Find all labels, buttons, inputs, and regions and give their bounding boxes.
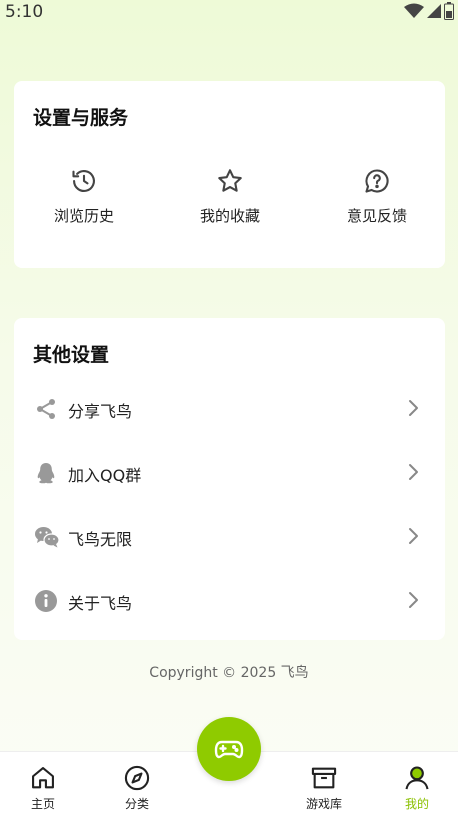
- service-item-history[interactable]: 浏览历史: [14, 167, 154, 237]
- service-item-feedback[interactable]: 意见反馈: [307, 167, 447, 237]
- tab-category[interactable]: 分类: [102, 764, 172, 812]
- chevron-right-icon: [407, 527, 419, 549]
- tab-label: 我的: [404, 797, 429, 811]
- tab-game-library[interactable]: 游戏库: [289, 764, 359, 812]
- share-icon: [34, 397, 58, 421]
- battery-icon: [444, 2, 454, 24]
- status-icons: [404, 2, 454, 24]
- service-item-favorites[interactable]: 我的收藏: [160, 167, 300, 237]
- chevron-right-icon: [407, 591, 419, 613]
- service-label: 我的收藏: [199, 207, 260, 225]
- star-icon: [160, 167, 300, 195]
- user-icon: [382, 764, 452, 792]
- list-item-label: 加入QQ群: [68, 466, 142, 485]
- list-item-share[interactable]: 分享飞鸟: [14, 377, 445, 441]
- tab-label: 主页: [30, 797, 55, 811]
- service-label: 意见反馈: [346, 207, 407, 225]
- list-item-qq-group[interactable]: 加入QQ群: [14, 441, 445, 505]
- tab-label: 游戏库: [305, 797, 342, 811]
- settings-services-card: 设置与服务 浏览历史 我的收藏 意见反馈: [14, 81, 445, 268]
- status-bar: 5:10: [0, 0, 458, 24]
- wechat-icon: [34, 525, 60, 549]
- settings-services-title: 设置与服务: [33, 107, 129, 129]
- tab-mine[interactable]: 我的: [382, 764, 452, 812]
- tab-home[interactable]: 主页: [8, 764, 78, 812]
- signal-icon: [427, 3, 441, 23]
- chevron-right-icon: [407, 463, 419, 485]
- list-item-label: 关于飞鸟: [68, 594, 133, 613]
- game-fab-button[interactable]: [197, 717, 261, 781]
- tab-label: 分类: [124, 797, 149, 811]
- other-settings-title: 其他设置: [33, 344, 110, 366]
- copyright-text: Copyright © 2025 飞鸟: [149, 665, 309, 681]
- history-icon: [14, 167, 154, 195]
- feedback-icon: [307, 167, 447, 195]
- other-settings-card: 其他设置 分享飞鸟 加入QQ群 飞鸟无限 关于飞鸟: [14, 318, 445, 640]
- compass-icon: [102, 764, 172, 792]
- services-row: 浏览历史 我的收藏 意见反馈: [14, 167, 445, 237]
- wifi-icon: [404, 3, 424, 23]
- chevron-right-icon: [407, 399, 419, 421]
- qq-icon: [34, 461, 58, 485]
- list-item-label: 分享飞鸟: [68, 402, 133, 421]
- list-item-label: 飞鸟无限: [68, 530, 133, 549]
- list-item-wechat[interactable]: 飞鸟无限: [14, 505, 445, 569]
- archive-icon: [289, 764, 359, 792]
- home-icon: [8, 764, 78, 792]
- status-time: 5:10: [5, 2, 44, 22]
- service-label: 浏览历史: [53, 207, 114, 225]
- info-icon: [34, 589, 58, 613]
- list-item-about[interactable]: 关于飞鸟: [14, 569, 445, 633]
